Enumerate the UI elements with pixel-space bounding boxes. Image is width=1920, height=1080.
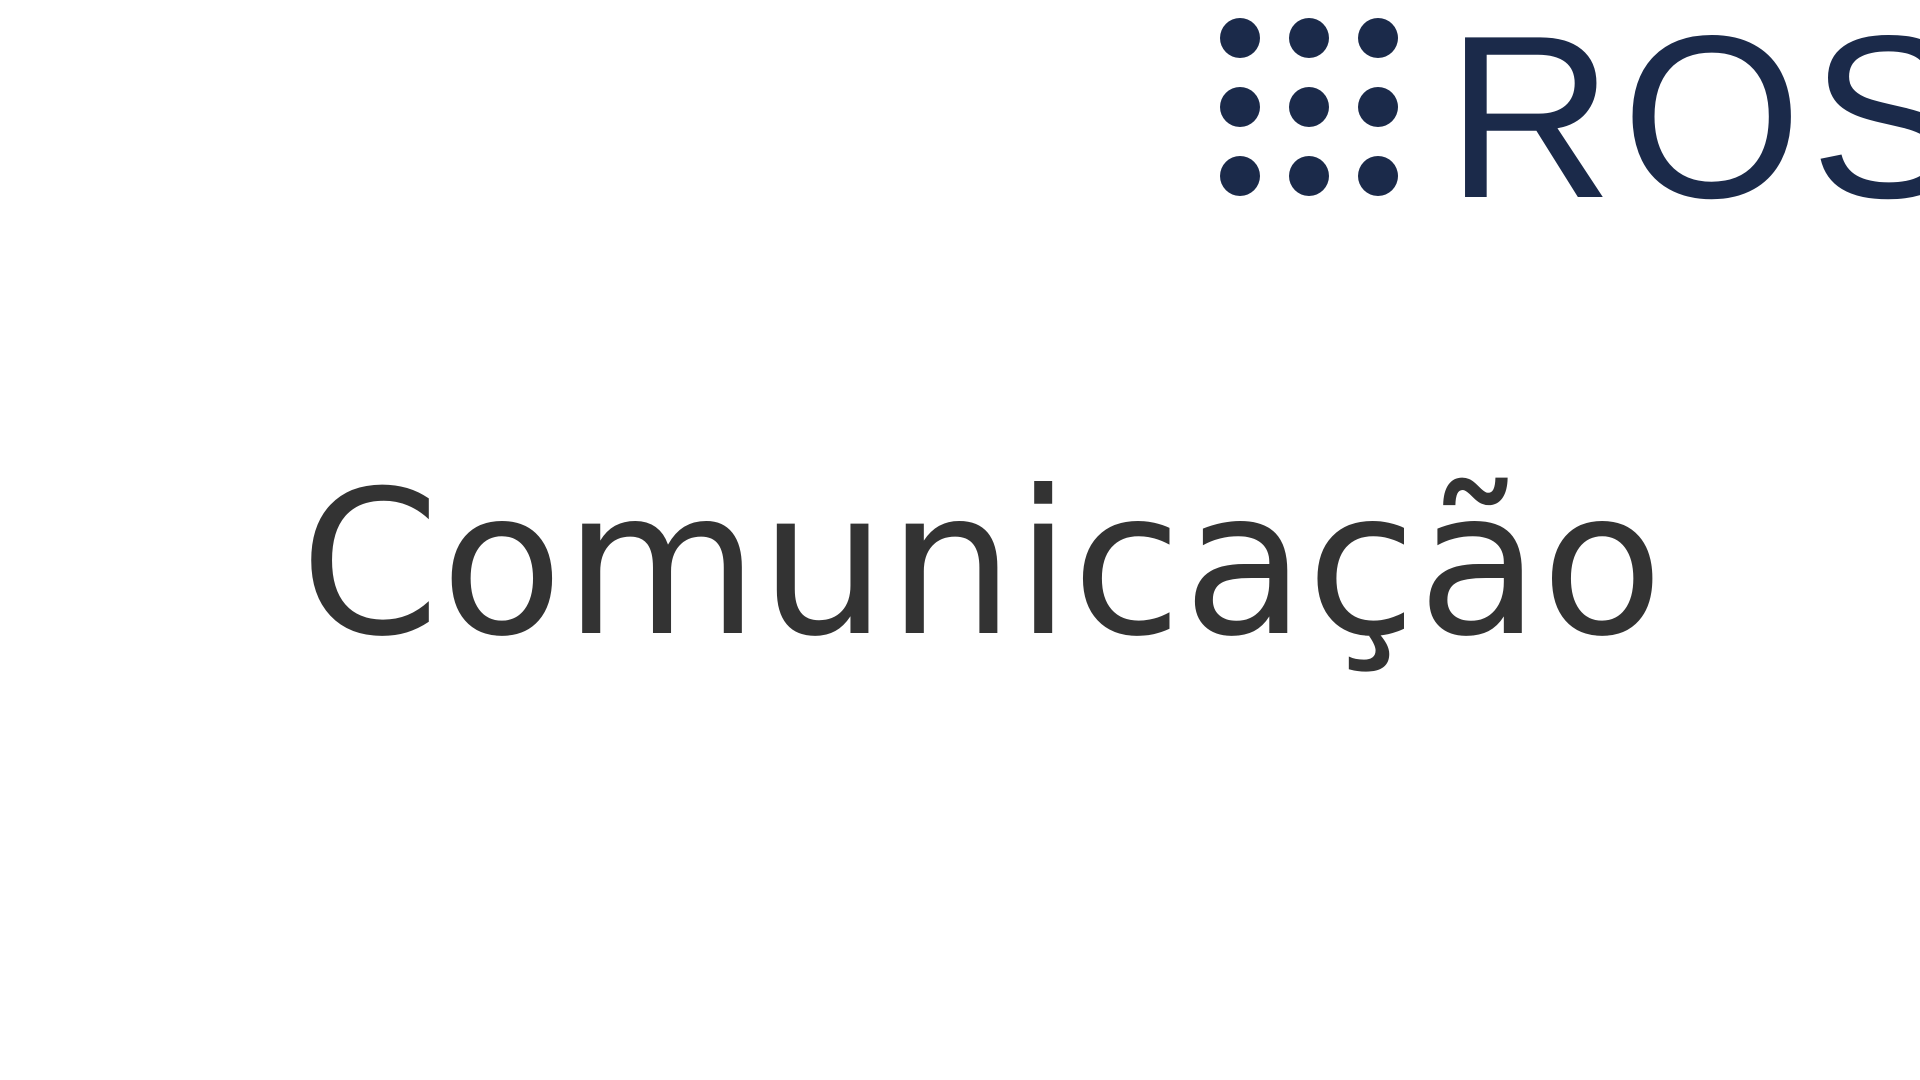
logo-dot (1220, 87, 1260, 127)
logo-dot (1220, 156, 1260, 196)
logo-dot (1358, 87, 1398, 127)
logo-dot (1289, 18, 1329, 58)
logo-dot (1289, 156, 1329, 196)
nine-dot-grid-icon (1220, 18, 1398, 196)
logo-dot (1220, 18, 1260, 58)
logo-dot (1358, 156, 1398, 196)
logo-wordmark: ROS (1446, 14, 1920, 204)
slide-title: Comunicação (300, 448, 1665, 681)
logo-dot (1358, 18, 1398, 58)
ros-logo: ROS (1216, 14, 1920, 204)
slide: ROS Comunicação (0, 0, 1920, 1080)
ros-logo-svg: ROS (1220, 14, 1920, 204)
logo-dot (1289, 87, 1329, 127)
